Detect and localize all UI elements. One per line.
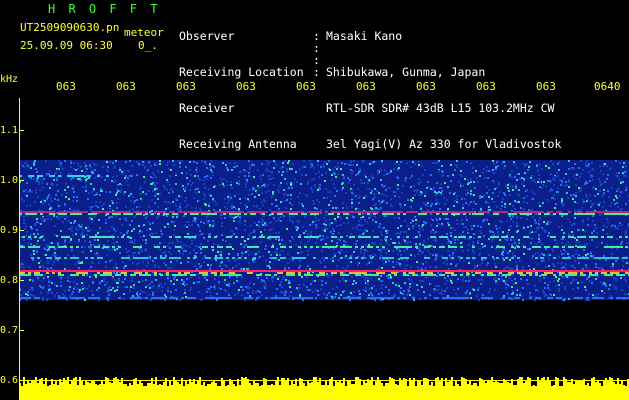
y-tick: 1.0 bbox=[0, 175, 19, 186]
spectrogram-canvas bbox=[19, 160, 629, 400]
y-tick-mark bbox=[19, 330, 24, 331]
x-tick: 063 bbox=[356, 80, 376, 93]
timestamp: 25.09.09 06:30 bbox=[20, 39, 113, 52]
x-tick: 063 bbox=[116, 80, 136, 93]
x-tick: 063 bbox=[296, 80, 316, 93]
y-tick: 0.7 bbox=[0, 325, 19, 336]
x-tick: 063 bbox=[176, 80, 196, 93]
y-tick-mark bbox=[19, 230, 24, 231]
y-tick: 0.8 bbox=[0, 275, 19, 286]
x-tick: 063 bbox=[476, 80, 496, 93]
meta-value-observer: Masaki Kano bbox=[326, 29, 403, 43]
x-tick: 063 bbox=[416, 80, 436, 93]
app-logo: H R O F F T bbox=[48, 2, 161, 16]
x-tick: 0640 bbox=[594, 80, 621, 93]
y-tick-mark bbox=[19, 130, 24, 131]
x-tick: 063 bbox=[56, 80, 76, 93]
y-tick-mark bbox=[19, 180, 24, 181]
meta-value-location: Shibukawa, Gunma, Japan bbox=[326, 65, 486, 79]
meta-colons: :::: bbox=[313, 29, 320, 79]
y-tick-mark bbox=[19, 280, 24, 281]
y-tick: 0.9 bbox=[0, 225, 19, 236]
y-tick: 0.6 bbox=[0, 375, 19, 386]
file-tag: meteor bbox=[124, 26, 164, 39]
timestamp-suffix: 0_. bbox=[138, 39, 158, 52]
x-tick: 063 bbox=[536, 80, 556, 93]
meta-label-location: Receiving Location bbox=[179, 65, 304, 79]
x-tick: 063 bbox=[236, 80, 256, 93]
baseline bbox=[19, 380, 629, 381]
y-tick: 1.1 bbox=[0, 125, 19, 136]
file-name: UT2509090630.pn bbox=[20, 21, 120, 34]
spectrogram bbox=[19, 98, 629, 400]
meta-label-observer: Observer bbox=[179, 29, 235, 43]
y-axis-unit: kHz bbox=[0, 74, 19, 85]
y-axis-line bbox=[19, 98, 20, 400]
